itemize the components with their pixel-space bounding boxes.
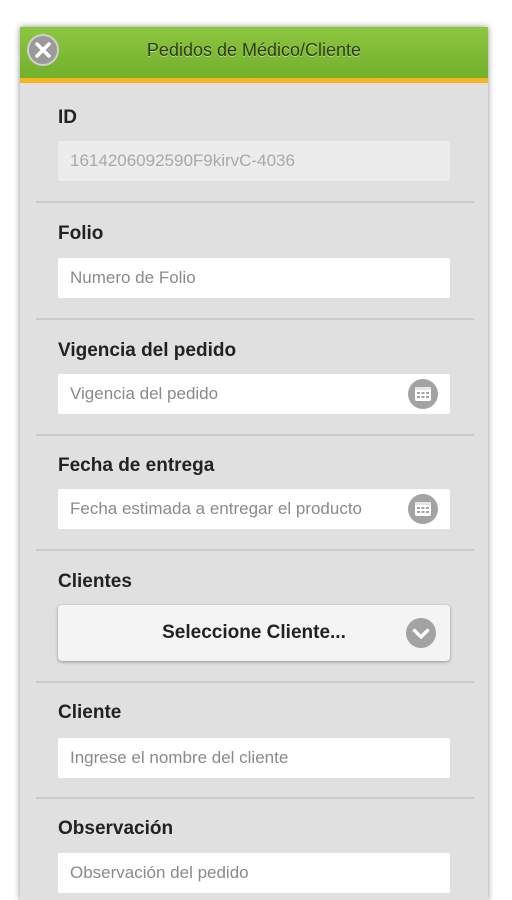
- observacion-label: Observación: [58, 818, 174, 839]
- fecha-entrega-input[interactable]: Fecha estimada a entregar el producto: [58, 489, 450, 529]
- cliente-label: Cliente: [58, 702, 122, 723]
- separator: [36, 434, 474, 436]
- observacion-placeholder: Observación del pedido: [70, 863, 249, 882]
- cliente-input[interactable]: Ingrese el nombre del cliente: [58, 738, 450, 778]
- clientes-label: Clientes: [58, 571, 132, 592]
- cliente-placeholder: Ingrese el nombre del cliente: [70, 748, 289, 767]
- id-value: 1614206092590F9kirvC-4036: [70, 151, 295, 170]
- separator: [36, 549, 474, 551]
- observacion-input[interactable]: Observación del pedido: [58, 853, 450, 893]
- chevron-down-icon: [406, 618, 436, 648]
- calendar-icon[interactable]: [408, 494, 438, 524]
- id-label: ID: [58, 107, 77, 128]
- vigencia-input[interactable]: Vigencia del pedido: [58, 374, 450, 414]
- fecha-entrega-label: Fecha de entrega: [58, 455, 215, 476]
- calendar-icon[interactable]: [408, 379, 438, 409]
- clientes-select-label: Seleccione Cliente...: [162, 622, 346, 643]
- separator: [36, 201, 474, 203]
- fecha-entrega-placeholder: Fecha estimada a entregar el producto: [70, 499, 363, 518]
- vigencia-placeholder: Vigencia del pedido: [70, 384, 219, 403]
- separator: [36, 318, 474, 320]
- order-dialog: Pedidos de Médico/Cliente ID 16142060925…: [20, 27, 488, 900]
- folio-placeholder: Numero de Folio: [70, 268, 196, 287]
- separator: [36, 681, 474, 683]
- folio-label: Folio: [58, 223, 104, 244]
- vigencia-label: Vigencia del pedido: [58, 340, 237, 361]
- dialog-title: Pedidos de Médico/Cliente: [146, 40, 362, 60]
- dialog-header: Pedidos de Médico/Cliente: [20, 27, 488, 83]
- separator: [36, 797, 474, 799]
- clientes-select[interactable]: Seleccione Cliente...: [58, 605, 450, 661]
- id-input: 1614206092590F9kirvC-4036: [58, 141, 450, 181]
- folio-input[interactable]: Numero de Folio: [58, 258, 450, 298]
